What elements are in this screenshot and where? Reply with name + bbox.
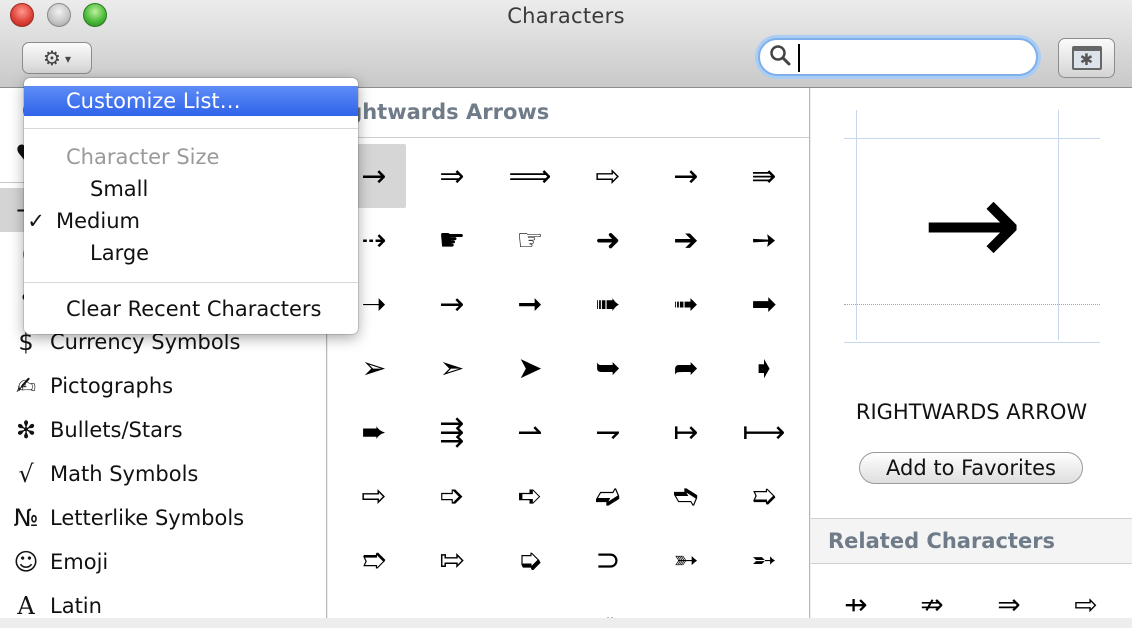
sidebar-item-letterlike-symbols[interactable]: № Letterlike Symbols xyxy=(0,496,327,540)
character-cell[interactable]: ➠ xyxy=(576,272,640,336)
character-cell[interactable]: ⇴ xyxy=(654,592,718,619)
character-name: RIGHTWARDS ARROW xyxy=(855,400,1088,424)
character-cell[interactable]: ⇒ xyxy=(420,144,484,208)
character-cell[interactable]: ⊃ xyxy=(576,528,640,592)
character-cell[interactable]: ➨ xyxy=(342,400,406,464)
square-root-icon: √ xyxy=(18,460,34,488)
character-cell[interactable]: ➩ xyxy=(420,464,484,528)
chevron-down-icon: ▾ xyxy=(64,52,71,66)
asterisk-grid-icon: ✱ xyxy=(1071,46,1102,70)
character-cell[interactable]: ⟹ xyxy=(498,144,562,208)
character-cell[interactable]: ⇶ xyxy=(420,400,484,464)
character-cell[interactable]: ⇨ xyxy=(342,464,406,528)
character-grid-panel: ightwards Arrows → ⇒ ⟹ ⇨ → ⇛ ⇢ ☛ ☞ ➜ ➔ ➙ ➝ → ➞ ➠ ➟ ➡ ➢ ➣ ➤ ➥ ➦… xyxy=(328,88,810,618)
character-cell[interactable]: ⇸ xyxy=(342,592,406,619)
character-cell[interactable]: ➾ xyxy=(576,592,640,619)
sidebar-item-label: Bullets/Stars xyxy=(50,418,183,442)
character-cell[interactable]: ⇛ xyxy=(732,144,796,208)
window-toolbar: Characters ⚙ ▾ ✱ xyxy=(0,0,1132,88)
sidebar-item-emoji[interactable]: ☺ Emoji xyxy=(0,540,327,584)
menu-separator xyxy=(24,282,358,283)
sidebar-item-latin[interactable]: A Latin xyxy=(0,584,327,628)
character-info-panel: → RIGHTWARDS ARROW Add to Favorites Rela… xyxy=(811,88,1132,621)
gear-icon: ⚙ xyxy=(43,46,61,70)
related-character[interactable]: ⇨ xyxy=(1051,588,1121,621)
related-character[interactable]: ⇏ xyxy=(897,588,967,621)
character-cell[interactable]: ➙ xyxy=(732,208,796,272)
menu-item-customize-list[interactable]: Customize List… xyxy=(24,86,358,116)
search-input[interactable] xyxy=(798,44,1034,72)
related-character[interactable]: ⇸ xyxy=(821,588,891,621)
character-cell[interactable]: ⇻ xyxy=(420,592,484,619)
character-cell[interactable]: → xyxy=(420,272,484,336)
window-title: Characters xyxy=(507,4,625,28)
character-cell[interactable]: ⇾ xyxy=(732,592,796,619)
character-cell[interactable]: ➦ xyxy=(654,336,718,400)
character-cell[interactable]: ➯ xyxy=(732,464,796,528)
sidebar-item-bullets-stars[interactable]: ✻ Bullets/Stars xyxy=(0,408,327,452)
sidebar-item-label: Emoji xyxy=(50,550,109,574)
letter-a-icon: A xyxy=(17,592,35,620)
sidebar-item-label: Pictographs xyxy=(50,374,174,398)
numero-icon: № xyxy=(13,504,39,532)
menu-separator xyxy=(24,128,358,129)
character-cell[interactable]: ⇰ xyxy=(420,528,484,592)
menu-item-medium[interactable]: ✓ Medium xyxy=(24,206,358,236)
character-cell[interactable]: ➱ xyxy=(342,528,406,592)
character-cell[interactable]: ⇀ xyxy=(498,400,562,464)
character-cell[interactable]: ➭ xyxy=(498,528,562,592)
category-heading: ightwards Arrows xyxy=(328,88,809,138)
preview-glyph: → xyxy=(921,155,1023,294)
character-cell[interactable]: ➞ xyxy=(498,272,562,336)
action-menu-button[interactable]: ⚙ ▾ xyxy=(22,42,92,74)
character-cell[interactable]: ➣ xyxy=(420,336,484,400)
search-icon xyxy=(769,44,791,72)
character-cell[interactable]: ➬ xyxy=(654,464,718,528)
character-cell[interactable]: ➧ xyxy=(732,336,796,400)
sidebar-item-pictographs[interactable]: ✍ Pictographs xyxy=(0,364,327,408)
character-cell[interactable]: ➜ xyxy=(576,208,640,272)
character-cell[interactable]: ↦ xyxy=(654,400,718,464)
character-cell[interactable]: → xyxy=(654,144,718,208)
sidebar-item-label: Letterlike Symbols xyxy=(50,506,245,530)
character-cell[interactable]: ➪ xyxy=(498,464,562,528)
character-cell[interactable]: ➛ xyxy=(498,592,562,619)
add-to-favorites-button[interactable]: Add to Favorites xyxy=(859,452,1083,484)
sidebar-item-label: Latin xyxy=(50,594,102,618)
menu-item-large[interactable]: Large xyxy=(24,238,358,268)
menu-item-clear-recent[interactable]: Clear Recent Characters xyxy=(24,294,358,324)
character-cell[interactable]: ⟼ xyxy=(732,400,796,464)
sidebar-item-math-symbols[interactable]: √ Math Symbols xyxy=(0,452,327,496)
character-cell[interactable]: ➥ xyxy=(576,336,640,400)
character-cell[interactable]: ➳ xyxy=(654,528,718,592)
character-cell[interactable]: ⇨ xyxy=(576,144,640,208)
menu-item-small[interactable]: Small xyxy=(24,174,358,204)
character-cell[interactable]: ➫ xyxy=(576,464,640,528)
character-cell[interactable]: ➔ xyxy=(654,208,718,272)
character-cell[interactable]: ➟ xyxy=(654,272,718,336)
glyph-preview: → xyxy=(844,110,1100,343)
menu-header-character-size: Character Size xyxy=(66,145,220,169)
character-cell[interactable]: ➵ xyxy=(732,528,796,592)
writing-hand-icon: ✍ xyxy=(15,372,37,400)
action-dropdown-menu: Customize List… Character Size Small ✓ M… xyxy=(24,78,358,334)
character-cell[interactable]: ➢ xyxy=(342,336,406,400)
related-character[interactable]: ⇒ xyxy=(974,588,1044,621)
character-cell[interactable]: ⇁ xyxy=(576,400,640,464)
character-cell[interactable]: ☛ xyxy=(420,208,484,272)
smiley-icon: ☺ xyxy=(13,548,39,576)
asterisk-icon: ✻ xyxy=(15,416,37,444)
search-field[interactable] xyxy=(758,38,1038,76)
related-characters-heading: Related Characters xyxy=(811,518,1132,564)
sidebar-item-label: Math Symbols xyxy=(50,462,199,486)
character-cell[interactable]: ➡ xyxy=(732,272,796,336)
character-cell[interactable]: ☞ xyxy=(498,208,562,272)
character-cell[interactable]: ➤ xyxy=(498,336,562,400)
character-viewer-toggle-button[interactable]: ✱ xyxy=(1058,38,1115,78)
